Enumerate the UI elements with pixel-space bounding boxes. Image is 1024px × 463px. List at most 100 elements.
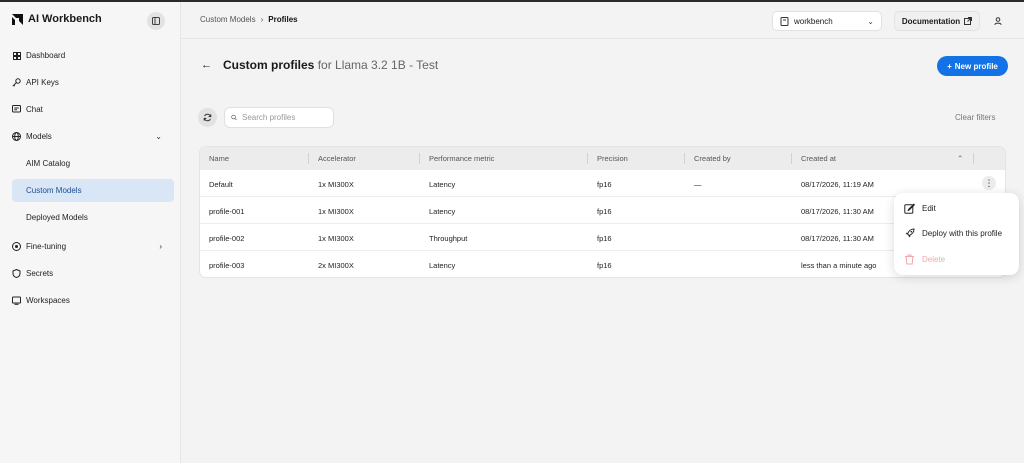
sidebar-toggle-icon xyxy=(152,17,160,25)
plus-icon: + xyxy=(947,61,952,71)
column-header-accelerator[interactable]: Accelerator xyxy=(318,154,356,163)
refresh-button[interactable] xyxy=(198,108,217,127)
table-header: Name Accelerator Performance metric Prec… xyxy=(200,147,1005,169)
sidebar-item-chat[interactable]: Chat xyxy=(12,98,174,121)
sort-ascending-icon[interactable]: ⌃ xyxy=(957,154,963,163)
menu-item-label: Edit xyxy=(922,204,936,213)
search-icon xyxy=(231,114,237,121)
workspace-icon xyxy=(780,16,789,26)
cell-name: profile-002 xyxy=(209,234,245,243)
more-vertical-icon: ⋮ xyxy=(984,177,994,188)
topbar: Custom Models › Profiles workbench ⌄ Doc… xyxy=(181,2,1024,39)
sidebar-item-deployed-models[interactable]: Deployed Models xyxy=(12,206,174,229)
cell-created-at: less than a minute ago xyxy=(801,261,877,270)
cell-precision: fp16 xyxy=(597,234,612,243)
documentation-label: Documentation xyxy=(901,16,961,26)
rocket-icon xyxy=(905,228,915,238)
globe-icon xyxy=(12,132,21,141)
sidebar: AI Workbench Dashboard API Keys Chat Mod… xyxy=(0,2,181,463)
app-name: AI Workbench xyxy=(28,13,102,25)
cell-precision: fp16 xyxy=(597,261,612,270)
cell-created-at: 08/17/2026, 11:30 AM xyxy=(801,207,874,216)
external-link-icon xyxy=(964,17,973,25)
profiles-table: Name Accelerator Performance metric Prec… xyxy=(199,146,1006,278)
column-header-performance-metric[interactable]: Performance metric xyxy=(429,154,494,163)
sidebar-item-label: Fine-tuning xyxy=(26,242,67,251)
edit-icon xyxy=(904,203,915,214)
table-row[interactable]: Default 1x MI300X Latency fp16 — 08/17/2… xyxy=(200,169,1005,196)
chevron-down-icon: ⌄ xyxy=(867,16,874,26)
cell-performance-metric: Latency xyxy=(429,261,456,270)
fine-tuning-icon xyxy=(12,242,21,251)
back-arrow-icon[interactable]: ← xyxy=(201,59,212,71)
column-header-precision[interactable]: Precision xyxy=(597,154,628,163)
column-divider xyxy=(973,153,974,164)
sidebar-item-secrets[interactable]: Secrets xyxy=(12,262,174,285)
sidebar-item-label: Workspaces xyxy=(26,296,70,305)
cell-accelerator: 1x MI300X xyxy=(318,180,354,189)
documentation-button[interactable]: Documentation xyxy=(894,11,980,31)
trash-icon xyxy=(905,254,914,265)
sidebar-item-label: Dashboard xyxy=(26,51,66,60)
brand[interactable]: AI Workbench xyxy=(12,13,102,25)
chevron-right-icon: › xyxy=(159,242,162,251)
collapse-sidebar-button[interactable] xyxy=(147,12,165,30)
sidebar-item-workspaces[interactable]: Workspaces xyxy=(12,289,174,312)
cell-precision: fp16 xyxy=(597,180,612,189)
column-divider xyxy=(419,153,420,164)
sidebar-item-custom-models[interactable]: Custom Models xyxy=(12,179,174,202)
sidebar-item-fine-tuning[interactable]: Fine-tuning › xyxy=(12,235,174,258)
cell-name: profile-001 xyxy=(209,207,245,216)
sidebar-item-api-keys[interactable]: API Keys xyxy=(12,71,174,94)
user-icon xyxy=(994,17,1002,25)
menu-item-deploy[interactable]: Deploy with this profile xyxy=(904,228,1002,239)
breadcrumb: Custom Models › Profiles xyxy=(200,15,298,24)
table-row[interactable]: profile-003 2x MI300X Latency fp16 less … xyxy=(200,250,1005,277)
sidebar-item-label: Models xyxy=(26,132,52,141)
user-menu-button[interactable] xyxy=(990,13,1006,29)
cell-created-by: — xyxy=(694,180,702,189)
sidebar-item-label: AIM Catalog xyxy=(26,159,71,168)
menu-item-label: Delete xyxy=(922,255,946,264)
cell-performance-metric: Latency xyxy=(429,180,456,189)
sidebar-item-models[interactable]: Models ⌄ xyxy=(12,125,174,148)
cell-precision: fp16 xyxy=(597,207,612,216)
cell-name: Default xyxy=(209,180,233,189)
column-header-name[interactable]: Name xyxy=(209,154,229,163)
breadcrumb-custom-models[interactable]: Custom Models xyxy=(200,15,256,24)
table-row[interactable]: profile-001 1x MI300X Latency fp16 08/17… xyxy=(200,196,1005,223)
chat-icon xyxy=(12,105,21,114)
menu-item-label: Deploy with this profile xyxy=(922,229,1003,238)
breadcrumb-separator-icon: › xyxy=(260,15,264,24)
column-header-created-by[interactable]: Created by xyxy=(694,154,731,163)
search-input[interactable] xyxy=(242,113,327,122)
workspace-select[interactable]: workbench ⌄ xyxy=(772,11,882,31)
menu-item-delete[interactable]: Delete xyxy=(904,254,945,265)
chevron-down-icon: ⌄ xyxy=(155,132,162,141)
menu-item-edit[interactable]: Edit xyxy=(904,203,936,214)
sidebar-item-aim-catalog[interactable]: AIM Catalog xyxy=(12,152,174,175)
new-profile-label: New profile xyxy=(954,61,998,71)
new-profile-button[interactable]: + New profile xyxy=(937,56,1008,76)
sidebar-item-label: Chat xyxy=(26,105,43,114)
clear-filters-button[interactable]: Clear filters xyxy=(955,113,995,122)
cell-performance-metric: Latency xyxy=(429,207,456,216)
shield-icon xyxy=(12,269,21,278)
column-header-created-at[interactable]: Created at xyxy=(801,154,836,163)
cell-name: profile-003 xyxy=(209,261,245,270)
cell-created-at: 08/17/2026, 11:30 AM xyxy=(801,234,874,243)
workspace-icon xyxy=(12,296,21,305)
search-box[interactable] xyxy=(224,107,334,128)
sidebar-item-label: API Keys xyxy=(26,78,59,87)
sidebar-item-label: Custom Models xyxy=(26,186,82,195)
row-actions-menu: Edit Deploy with this profile Delete xyxy=(894,193,1019,275)
cell-accelerator: 1x MI300X xyxy=(318,207,354,216)
workspace-value: workbench xyxy=(794,16,833,26)
page-header: ← Custom profiles for Llama 3.2 1B - Tes… xyxy=(201,58,438,72)
sidebar-item-dashboard[interactable]: Dashboard xyxy=(12,44,174,67)
cell-performance-metric: Throughput xyxy=(429,234,468,243)
logo-icon xyxy=(12,13,23,25)
column-divider xyxy=(587,153,588,164)
table-row[interactable]: profile-002 1x MI300X Throughput fp16 08… xyxy=(200,223,1005,250)
row-actions-button[interactable]: ⋮ xyxy=(982,176,996,190)
